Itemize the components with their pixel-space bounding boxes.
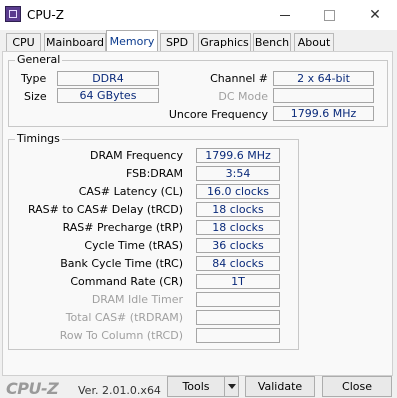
general-group-label: General	[15, 53, 63, 66]
footer-bar: CPU-Z Ver. 2.01.0.x64 Tools Validate Clo…	[0, 376, 397, 398]
cpu-z-logo: CPU-Z	[6, 379, 59, 398]
timing-value-trp: 18 clocks	[196, 220, 280, 235]
title-bar: CPU-Z ✕	[0, 0, 397, 30]
maximize-button[interactable]	[314, 4, 344, 26]
timing-value-cas-latency: 16.0 clocks	[196, 184, 280, 199]
window-title: CPU-Z	[27, 8, 64, 22]
timing-label-fsb-dram: FSB:DRAM	[125, 167, 183, 180]
memory-panel: General Type DDR4 Size 64 GBytes Channel…	[2, 51, 393, 376]
tab-graphics[interactable]: Graphics	[198, 33, 251, 51]
timing-label-command-rate: Command Rate (CR)	[70, 275, 183, 288]
timing-label-trp: RAS# Precharge (tRP)	[62, 221, 183, 234]
type-label: Type	[21, 72, 47, 85]
minimize-button[interactable]	[270, 4, 300, 26]
timing-value-dram-frequency: 1799.6 MHz	[196, 148, 280, 163]
tab-mainboard[interactable]: Mainboard	[44, 33, 106, 51]
channel-value: 2 x 64-bit	[273, 71, 374, 86]
close-button[interactable]: Close	[322, 376, 392, 397]
size-value: 64 GBytes	[57, 88, 159, 103]
tools-button[interactable]: Tools	[167, 376, 225, 397]
validate-button[interactable]: Validate	[245, 376, 315, 397]
timing-label-tras: Cycle Time (tRAS)	[84, 239, 183, 252]
timing-value-command-rate: 1T	[196, 274, 280, 289]
tab-cpu[interactable]: CPU	[6, 33, 41, 51]
type-value: DDR4	[57, 71, 159, 86]
dc-mode-value	[273, 88, 374, 103]
uncore-frequency-value: 1799.6 MHz	[273, 106, 374, 121]
tools-dropdown-arrow-icon[interactable]	[224, 376, 239, 397]
version-label: Ver. 2.01.0.x64	[78, 384, 161, 397]
timing-value-row-to-column	[196, 328, 280, 343]
tab-bar: CPU Mainboard Memory SPD Graphics Bench …	[0, 30, 397, 52]
dc-mode-label: DC Mode	[218, 90, 268, 103]
size-label: Size	[24, 90, 47, 103]
timing-label-row-to-column: Row To Column (tRCD)	[59, 329, 183, 342]
timing-value-dram-idle-timer	[196, 292, 280, 307]
minimize-icon	[280, 14, 290, 16]
timing-label-cas-latency: CAS# Latency (CL)	[78, 185, 183, 198]
timing-value-total-cas	[196, 310, 280, 325]
timing-label-total-cas: Total CAS# (tRDRAM)	[65, 311, 183, 324]
timings-group: Timings DRAM Frequency 1799.6 MHz FSB:DR…	[8, 132, 299, 350]
timings-group-label: Timings	[15, 132, 62, 145]
timing-value-tras: 36 clocks	[196, 238, 280, 253]
general-group: General Type DDR4 Size 64 GBytes Channel…	[8, 53, 388, 127]
timing-label-trc: Bank Cycle Time (tRC)	[60, 257, 183, 270]
timing-value-fsb-dram: 3:54	[196, 166, 280, 181]
close-window-button[interactable]: ✕	[360, 4, 390, 26]
timing-label-trcd: RAS# to CAS# Delay (tRCD)	[27, 203, 183, 216]
uncore-frequency-label: Uncore Frequency	[168, 108, 268, 121]
channel-label: Channel #	[210, 72, 268, 85]
timing-value-trc: 84 clocks	[196, 256, 280, 271]
timing-label-dram-frequency: DRAM Frequency	[89, 149, 183, 162]
timing-label-dram-idle-timer: DRAM Idle Timer	[91, 293, 183, 306]
tab-memory[interactable]: Memory	[106, 30, 158, 52]
cpu-z-app-icon	[5, 6, 21, 22]
close-icon: ✕	[369, 7, 381, 23]
maximize-icon	[323, 9, 335, 21]
tab-bench[interactable]: Bench	[253, 33, 291, 51]
timing-value-trcd: 18 clocks	[196, 202, 280, 217]
tab-spd[interactable]: SPD	[160, 33, 194, 51]
tab-about[interactable]: About	[294, 33, 334, 51]
